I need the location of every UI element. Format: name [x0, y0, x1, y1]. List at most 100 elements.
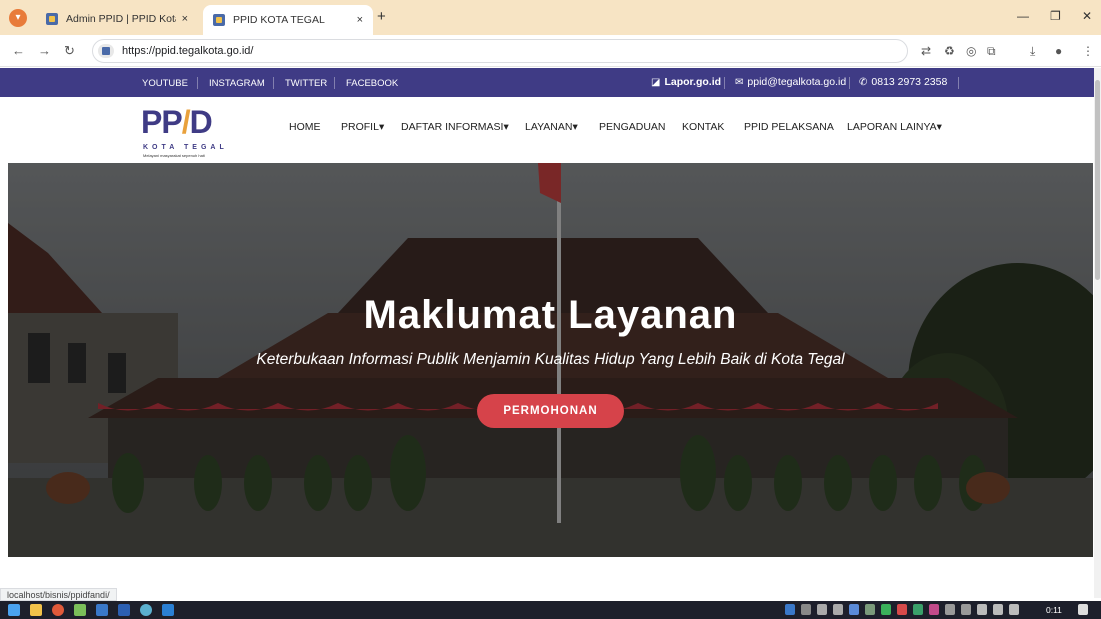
twitter-link[interactable]: TWITTER — [285, 78, 327, 89]
translate-icon[interactable]: ⇄ — [921, 44, 931, 58]
lapor-icon: ◪ — [651, 76, 661, 88]
browser-tab-bar: ▾ Admin PPID | PPID Kota Tegal × PPID KO… — [0, 0, 1101, 35]
extensions-puzzle-icon[interactable]: ⧉ — [987, 44, 996, 59]
download-icon[interactable]: ⤓ — [1030, 44, 1035, 59]
lapor-label: Lapor.go.id — [664, 76, 722, 88]
nav-label: LAPORAN LAINYA — [847, 121, 937, 133]
profile-icon[interactable]: ● — [1055, 44, 1062, 58]
new-tab-button[interactable]: + — [377, 8, 386, 25]
windows-taskbar: 0:11 — [0, 601, 1101, 619]
nav-home[interactable]: HOME — [289, 121, 321, 133]
nav-daftar-informasi[interactable]: DAFTAR INFORMASI▾ — [401, 121, 509, 133]
youtube-link[interactable]: YOUTUBE — [142, 78, 188, 89]
tab-search-icon[interactable]: ▾ — [9, 9, 27, 27]
caret-down-icon: ▾ — [503, 121, 509, 133]
tray-icon[interactable] — [833, 604, 843, 615]
nav-profil[interactable]: PROFIL▾ — [341, 121, 384, 133]
facebook-link[interactable]: FACEBOOK — [346, 78, 398, 89]
browser-icon[interactable] — [140, 604, 152, 616]
address-bar: ← → ↻ https://ppid.tegalkota.go.id/ ⇄ ♻ … — [0, 35, 1101, 67]
close-tab-icon[interactable]: × — [357, 14, 363, 26]
file-explorer-icon[interactable] — [30, 604, 42, 616]
tray-icon[interactable] — [881, 604, 891, 615]
nav-pengaduan[interactable]: PENGADUAN — [599, 121, 666, 133]
camera-icon[interactable]: ◎ — [966, 44, 976, 58]
nav-layanan[interactable]: LAYANAN▾ — [525, 121, 578, 133]
logo-subtitle: KOTA TEGAL — [143, 144, 228, 151]
tray-icon[interactable] — [961, 604, 971, 615]
mail-icon: ✉ — [735, 76, 744, 88]
nav-label: PROFIL — [341, 121, 379, 133]
volume-icon[interactable] — [1009, 604, 1019, 615]
close-tab-icon[interactable]: × — [182, 13, 188, 25]
back-icon[interactable]: ← — [12, 43, 25, 58]
status-url: localhost/bisnis/ppidfandi/ — [0, 588, 117, 601]
chrome-icon[interactable] — [52, 604, 64, 616]
email-label: ppid@tegalkota.go.id — [747, 76, 847, 88]
url-text: https://ppid.tegalkota.go.id/ — [122, 45, 254, 57]
nav-ppid-pelaksana[interactable]: PPID PELAKSANA — [744, 121, 834, 133]
caret-down-icon: ▾ — [936, 121, 942, 133]
page-scrollbar[interactable] — [1094, 68, 1101, 598]
whatsapp-icon: ✆ — [859, 76, 868, 88]
tab-admin-ppid[interactable]: Admin PPID | PPID Kota Tegal × — [36, 7, 198, 31]
hero-banner: Maklumat Layanan Keterbukaan Informasi P… — [8, 163, 1093, 557]
taskbar-clock[interactable]: 0:11 — [1046, 605, 1062, 615]
restore-icon[interactable]: ❐ — [1050, 9, 1061, 23]
app-icon[interactable] — [96, 604, 108, 616]
network-icon[interactable] — [993, 604, 1003, 615]
tray-icon[interactable] — [865, 604, 875, 615]
ppid-logo[interactable]: PP/D KOTA TEGAL Melayani masyarakat sepe… — [141, 104, 241, 158]
nav-kontak[interactable]: KONTAK — [682, 121, 724, 133]
tray-icon[interactable] — [945, 604, 955, 615]
reload-icon[interactable]: ↻ — [64, 43, 75, 59]
permohonan-button[interactable]: PERMOHONAN — [477, 394, 624, 428]
tray-icon[interactable] — [913, 604, 923, 615]
minimize-icon[interactable]: — — [1017, 9, 1029, 23]
extension-icon[interactable]: ♻ — [944, 44, 955, 58]
start-icon[interactable] — [8, 604, 20, 616]
vscode-icon[interactable] — [162, 604, 174, 616]
nav-label: LAYANAN — [525, 121, 573, 133]
scrollbar-thumb[interactable] — [1095, 80, 1100, 280]
phone-label: 0813 2973 2358 — [871, 76, 948, 88]
divider — [958, 77, 959, 89]
logo-wordmark: PP/D — [141, 104, 213, 140]
tab-label: Admin PPID | PPID Kota Tegal — [66, 13, 176, 25]
url-input[interactable]: https://ppid.tegalkota.go.id/ — [92, 39, 908, 63]
notification-icon[interactable] — [1078, 604, 1088, 615]
divider — [197, 77, 198, 89]
forward-icon[interactable]: → — [38, 43, 51, 58]
window-close-icon[interactable]: ✕ — [1082, 9, 1092, 23]
site-top-bar: YOUTUBE INSTAGRAM TWITTER FACEBOOK ◪ Lap… — [0, 68, 1101, 97]
phone-link[interactable]: ✆ 0813 2973 2358 — [859, 76, 947, 88]
tray-icon[interactable] — [801, 604, 811, 615]
instagram-link[interactable]: INSTAGRAM — [209, 78, 265, 89]
site-favicon-icon — [213, 14, 225, 26]
tab-label: PPID KOTA TEGAL — [233, 14, 325, 26]
site-info-icon[interactable] — [98, 44, 114, 58]
tray-icon[interactable] — [929, 604, 939, 615]
nav-laporan-lainya[interactable]: LAPORAN LAINYA▾ — [847, 121, 942, 133]
app-icon[interactable] — [118, 604, 130, 616]
battery-icon[interactable] — [977, 604, 987, 615]
divider — [334, 77, 335, 89]
tray-icon[interactable] — [817, 604, 827, 615]
site-favicon-icon — [46, 13, 58, 25]
divider — [849, 77, 850, 89]
browser-menu-icon[interactable]: ⋮ — [1082, 44, 1094, 58]
caret-down-icon: ▾ — [572, 121, 578, 133]
site-navbar: PP/D KOTA TEGAL Melayani masyarakat sepe… — [0, 97, 1101, 163]
divider — [724, 77, 725, 89]
tray-icon[interactable] — [785, 604, 795, 615]
tray-icon[interactable] — [849, 604, 859, 615]
caret-down-icon: ▾ — [378, 121, 385, 133]
logo-tagline: Melayani masyarakat sepenuh hati — [143, 153, 205, 158]
email-link[interactable]: ✉ ppid@tegalkota.go.id — [735, 76, 846, 88]
divider — [273, 77, 274, 89]
app-icon[interactable] — [74, 604, 86, 616]
lapor-link[interactable]: ◪ Lapor.go.id — [651, 76, 721, 88]
nav-label: DAFTAR INFORMASI — [401, 121, 504, 133]
tray-icon[interactable] — [897, 604, 907, 615]
tab-ppid-kota-tegal[interactable]: PPID KOTA TEGAL × — [203, 5, 373, 35]
